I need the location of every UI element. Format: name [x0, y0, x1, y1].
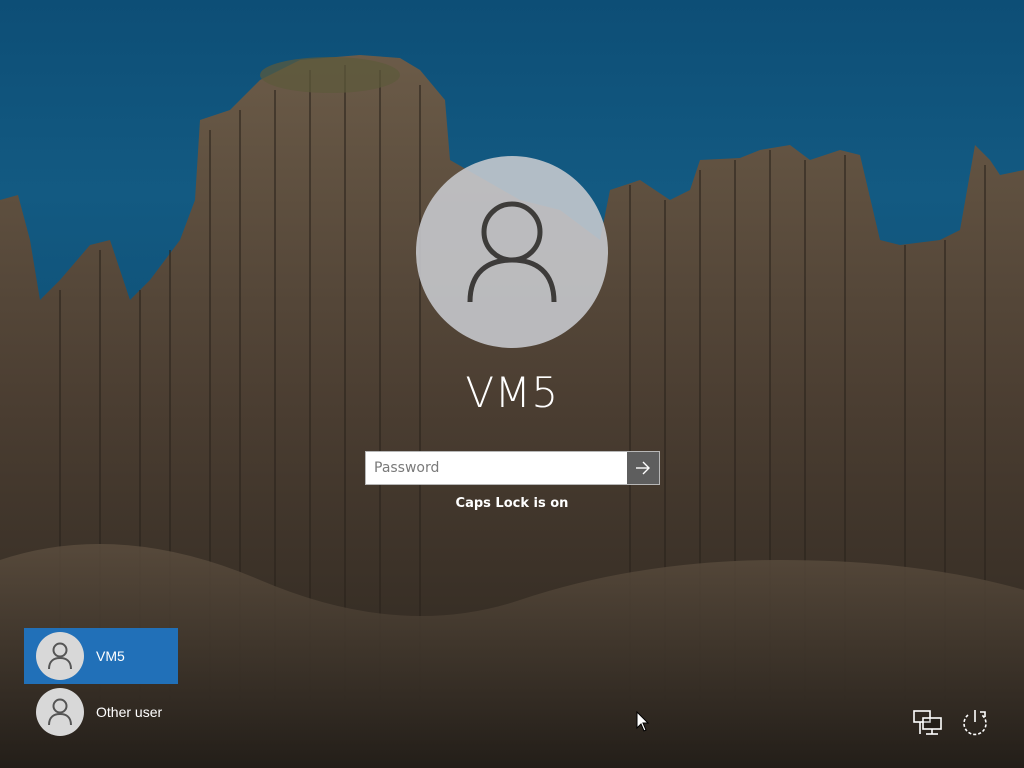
- power-icon: [963, 710, 987, 736]
- network-button[interactable]: [910, 706, 944, 740]
- user-switch-list: VM5 Other user: [24, 628, 178, 740]
- user-item-label: Other user: [96, 704, 163, 720]
- user-item-other-user[interactable]: Other user: [24, 684, 178, 740]
- user-icon: [467, 201, 557, 303]
- password-box: [365, 451, 660, 485]
- user-avatar-small: [36, 632, 84, 680]
- arrow-right-icon: [636, 461, 650, 475]
- user-avatar-small: [36, 688, 84, 736]
- password-input[interactable]: [366, 452, 627, 484]
- submit-button[interactable]: [627, 452, 659, 484]
- user-item-label: VM5: [96, 648, 125, 664]
- caps-lock-warning: Caps Lock is on: [455, 496, 569, 511]
- user-avatar: [416, 156, 608, 348]
- user-icon: [48, 642, 72, 670]
- account-username: VM5: [465, 368, 559, 417]
- mouse-cursor-icon: [636, 711, 650, 732]
- user-item-vm5[interactable]: VM5: [24, 628, 178, 684]
- power-button[interactable]: [958, 706, 992, 740]
- network-icon: [913, 710, 942, 735]
- user-icon: [48, 698, 72, 726]
